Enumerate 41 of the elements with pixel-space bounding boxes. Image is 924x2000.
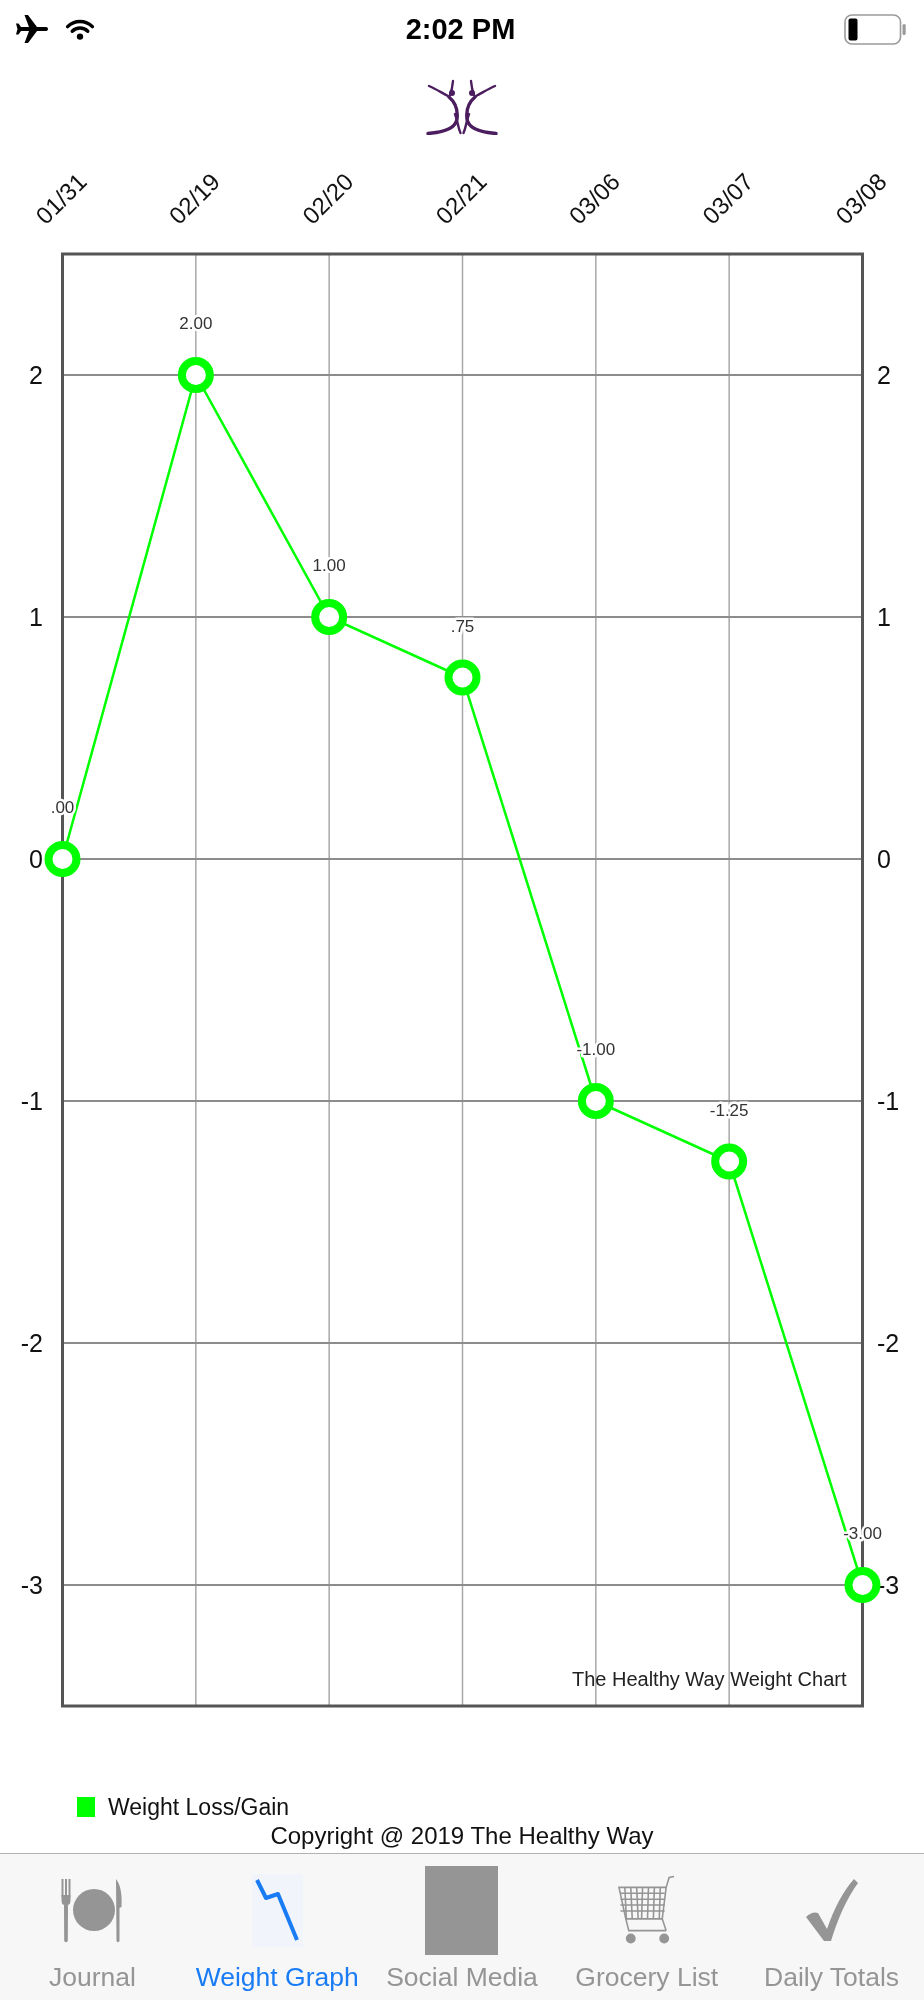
- y-axis-label: 2: [877, 361, 891, 389]
- data-point: [711, 1143, 748, 1180]
- line-graph-icon: [251, 1873, 303, 1947]
- y-axis-label: -1: [20, 1087, 43, 1115]
- y-axis-label: 0: [29, 845, 43, 873]
- battery-icon: [844, 13, 906, 45]
- y-axis-label: -2: [20, 1329, 43, 1357]
- data-point: [177, 357, 214, 393]
- cart-icon: [617, 1875, 677, 1945]
- plate-cutlery-icon: [61, 1876, 124, 1944]
- data-point: [577, 1083, 614, 1119]
- tab[interactable]: Grocery List: [554, 1854, 740, 2000]
- data-point: [444, 659, 481, 696]
- data-label: 1.00: [312, 556, 346, 575]
- y-axis-label: 1: [29, 603, 43, 631]
- y-axis-label: -3: [877, 1571, 900, 1599]
- placeholder-icon: [425, 1865, 499, 1955]
- checkmark-icon: [803, 1877, 860, 1943]
- y-axis-label: -2: [877, 1329, 900, 1357]
- logo-icon: [426, 79, 498, 135]
- wifi-icon: [66, 18, 94, 40]
- data-point: [311, 599, 348, 635]
- status-time: 2:02 PM: [405, 12, 516, 46]
- data-label: .75: [450, 616, 475, 636]
- data-label: -1.25: [709, 1100, 749, 1120]
- y-axis-label: 0: [877, 845, 891, 873]
- airplane-icon: [15, 14, 49, 44]
- tab[interactable]: Journal: [0, 1854, 185, 2000]
- y-axis-label: -1: [877, 1087, 900, 1115]
- y-axis-label: -3: [20, 1571, 43, 1599]
- copyright-text: Copyright @ 2019 The Healthy Way: [270, 1822, 654, 1849]
- data-point: [44, 841, 81, 877]
- tab[interactable]: Daily Totals: [739, 1854, 924, 2000]
- y-axis-label: 2: [29, 361, 43, 389]
- data-point: [844, 1567, 881, 1603]
- tab[interactable]: Social Media: [369, 1854, 555, 2000]
- legend-label: Weight Loss/Gain: [108, 1793, 290, 1822]
- y-axis-label: 1: [877, 603, 891, 631]
- chart-title: The Healthy Way Weight Chart: [571, 1668, 847, 1690]
- data-label: 2.00: [179, 314, 213, 333]
- tab[interactable]: Weight Graph: [184, 1854, 370, 2000]
